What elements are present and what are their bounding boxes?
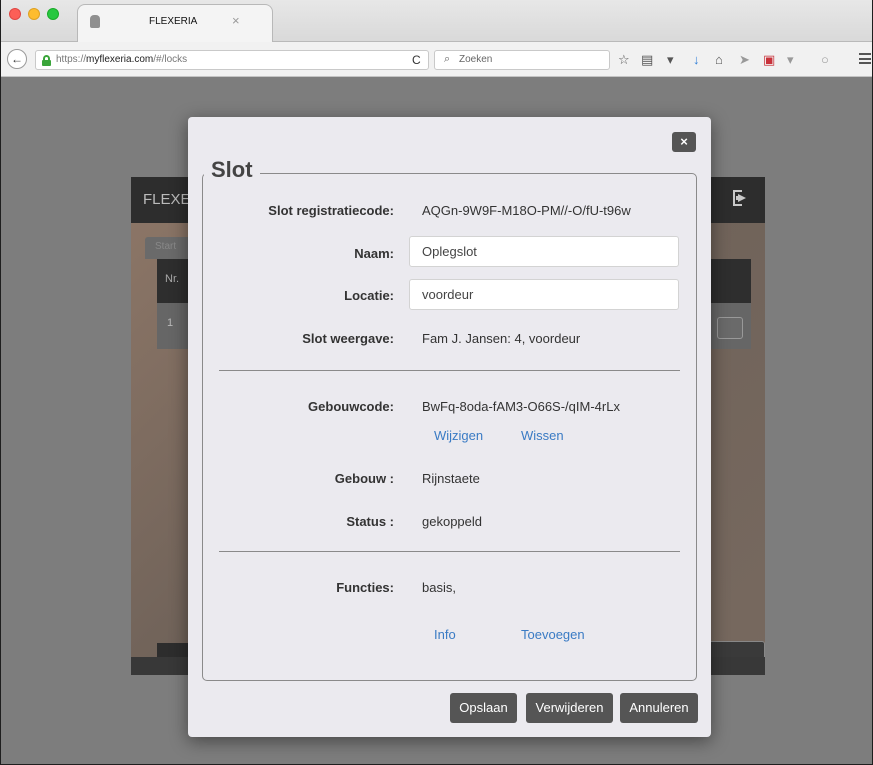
divider — [219, 551, 680, 552]
column-header-nr: Nr. — [165, 273, 180, 285]
save-button[interactable]: Opslaan — [450, 693, 517, 723]
locatie-input[interactable] — [409, 279, 679, 310]
lock-icon — [42, 55, 51, 66]
search-bar[interactable]: ⌕ Zoeken — [434, 50, 610, 70]
gebouw-label: Gebouw : — [334, 471, 394, 486]
toevoegen-link[interactable]: Toevoegen — [521, 627, 585, 642]
back-arrow-icon: ← — [11, 52, 23, 66]
gebouw-value: Rijnstaete — [422, 471, 480, 486]
home-icon[interactable]: ⌂ — [715, 53, 723, 66]
logout-icon[interactable] — [733, 190, 751, 208]
tab-close-icon[interactable]: × — [232, 13, 240, 28]
pdf-icon[interactable]: ▣ — [763, 53, 775, 66]
weergave-value: Fam J. Jansen: 4, voordeur — [422, 331, 581, 346]
browser-nav-bar: ← https://myflexeria.com/#/locks C ⌕ Zoe… — [1, 42, 872, 77]
search-icon: ⌕ — [444, 53, 451, 65]
fieldset-legend: Slot — [204, 157, 260, 183]
functies-value: basis, — [422, 580, 456, 595]
naam-label: Naam: — [354, 246, 394, 261]
url-bar[interactable]: https://myflexeria.com/#/locks C — [35, 50, 429, 70]
row-nr: 1 — [167, 317, 174, 329]
send-icon[interactable]: ➤ — [739, 53, 750, 66]
minimize-window-button[interactable] — [28, 8, 40, 20]
gebouwcode-label: Gebouwcode: — [308, 399, 394, 414]
bookmark-star-icon[interactable]: ☆ — [618, 53, 630, 66]
site-favicon-icon — [90, 15, 100, 28]
reading-list-icon[interactable]: ▤ — [641, 53, 653, 66]
wijzigen-link[interactable]: Wijzigen — [434, 428, 483, 443]
gebouwcode-value: BwFq-8oda-fAM3-O66S-/qIM-4rLx — [422, 399, 620, 414]
pocket-icon[interactable]: ▾ — [667, 53, 674, 66]
info-link[interactable]: Info — [434, 627, 456, 642]
browser-window: FLEXERIA × ← https://myflexeria.com/#/lo… — [0, 0, 873, 765]
slot-modal: × Slot Slot registratiecode: AQGn-9W9F-M… — [188, 117, 711, 737]
registratiecode-label: Slot registratiecode: — [268, 203, 394, 218]
hamburger-menu-icon[interactable] — [859, 53, 871, 64]
locatie-label: Locatie: — [344, 288, 394, 303]
zoom-window-button[interactable] — [47, 8, 59, 20]
modal-close-button[interactable]: × — [672, 132, 696, 152]
download-icon[interactable]: ↓ — [693, 53, 700, 66]
tab-title: FLEXERIA — [149, 16, 198, 27]
url-text: https://myflexeria.com/#/locks — [56, 54, 188, 65]
close-window-button[interactable] — [9, 8, 21, 20]
back-button[interactable]: ← — [7, 49, 27, 69]
divider — [219, 370, 680, 371]
browser-tab[interactable]: FLEXERIA × — [77, 4, 273, 42]
search-placeholder: Zoeken — [459, 54, 493, 65]
cancel-button[interactable]: Annuleren — [620, 693, 698, 723]
row-action-button[interactable] — [717, 317, 743, 339]
weergave-label: Slot weergave: — [302, 331, 394, 346]
browser-tab-bar: FLEXERIA × — [1, 0, 872, 42]
status-label: Status : — [346, 514, 394, 529]
naam-input[interactable] — [409, 236, 679, 267]
delete-button[interactable]: Verwijderen — [526, 693, 613, 723]
wissen-link[interactable]: Wissen — [521, 428, 564, 443]
dropdown-arrow-icon[interactable]: ▾ — [787, 53, 794, 66]
registratiecode-value: AQGn-9W9F-M18O-PM//-O/fU-t96w — [422, 203, 631, 218]
status-value: gekoppeld — [422, 514, 482, 529]
chat-icon[interactable]: ○ — [821, 53, 829, 66]
reload-icon[interactable]: C — [412, 53, 421, 67]
functies-label: Functies: — [336, 580, 394, 595]
